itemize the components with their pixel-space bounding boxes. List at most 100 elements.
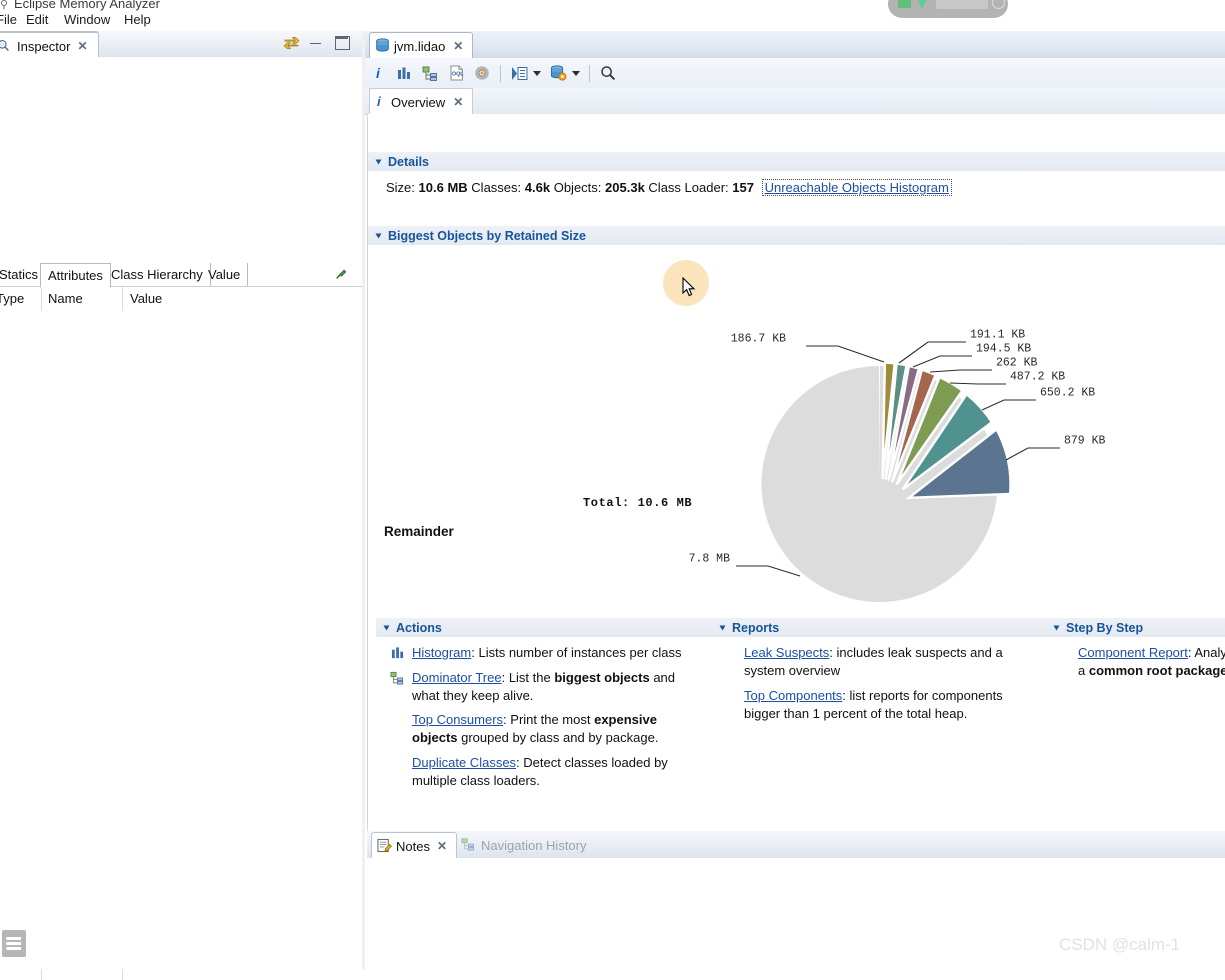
pie-total-label: Total: 10.6 MB	[583, 496, 693, 510]
notes-tab-bar: Notes ✕ Navigation History	[367, 831, 1225, 859]
svg-text:OQL: OQL	[452, 72, 464, 78]
details-section-title: Details	[388, 154, 429, 169]
menu-help[interactable]: Help	[124, 12, 151, 27]
leader-line-191-1-kb	[898, 341, 966, 364]
tab-heap-dump-label: jvm.lidao	[394, 38, 446, 54]
report-leak-suspects: Leak Suspects: includes leak suspects an…	[744, 644, 1036, 679]
tab-class-hierarchy[interactable]: Class Hierarchy	[104, 263, 211, 286]
inspector-object-area	[0, 57, 362, 261]
tab-inspector-label: Inspector	[17, 38, 71, 54]
close-icon[interactable]: ✕	[453, 40, 463, 52]
dominator-tree-icon[interactable]	[417, 60, 443, 86]
component-report-link[interactable]: Component Report	[1078, 645, 1188, 660]
unreachable-objects-histogram-link[interactable]: Unreachable Objects Histogram	[761, 179, 952, 196]
dominator-tree-desc: : List the	[501, 670, 555, 685]
leader-line-194-5-kb	[912, 355, 972, 368]
size-value: 10.6 MB	[418, 180, 468, 195]
settings-gear-icon[interactable]	[469, 60, 495, 86]
pin-icon[interactable]	[334, 267, 348, 281]
top-consumers-link[interactable]: Top Consumers	[412, 712, 503, 727]
inspector-tab-bar: Inspector ✕	[0, 31, 362, 59]
tab-heap-dump[interactable]: jvm.lidao ✕	[369, 32, 474, 59]
fast-view-bar-icon[interactable]	[2, 930, 26, 957]
duplicate-classes-link[interactable]: Duplicate Classes	[412, 755, 516, 770]
menu-window[interactable]: Window	[64, 12, 110, 27]
reports-body: Leak Suspects: includes leak suspects an…	[712, 637, 1042, 757]
leader-line-487-2-kb	[949, 382, 1006, 385]
close-circle-icon	[992, 0, 1005, 9]
histogram-link[interactable]: Histogram	[412, 645, 471, 660]
signal-bars-icon	[898, 0, 911, 8]
heap-dump-icon	[376, 38, 389, 52]
leak-suspects-line2: system overview	[744, 662, 841, 678]
top-consumers-line2: grouped by class and by package.	[457, 729, 659, 745]
run-query-icon[interactable]	[506, 60, 532, 86]
leak-suspects-link[interactable]: Leak Suspects	[744, 645, 829, 660]
tab-overview[interactable]: i Overview ✕	[369, 88, 474, 116]
oql-icon[interactable]: OQL	[443, 60, 469, 86]
step-by-step-section-header[interactable]: Step By Step	[1046, 618, 1225, 637]
run-query-dropdown-icon[interactable]	[533, 70, 541, 76]
search-icon[interactable]	[595, 60, 621, 86]
pie-label-191-1-kb: 191.1 KB	[970, 328, 1026, 342]
column-header-value[interactable]: Value	[130, 291, 162, 306]
action-dominator-tree: Dominator Tree: List the biggest objects…	[412, 669, 702, 704]
overview-info-icon[interactable]: i	[365, 60, 391, 86]
top-consumers-desc: : Print the most	[503, 712, 595, 727]
inspector-view: Inspector ✕ Statics Attributes Class Hie…	[0, 31, 362, 980]
inspector-sub-tabs: Statics Attributes Class Hierarchy Value	[0, 263, 362, 288]
leader-line-7-8-mb	[736, 565, 801, 577]
histogram-icon[interactable]	[391, 60, 417, 86]
action-histogram: Histogram: Lists number of instances per…	[412, 644, 682, 662]
heap-dump-actions-icon[interactable]	[545, 60, 571, 86]
component-report-line2-bold: common root package	[1088, 662, 1225, 678]
tab-notes-label: Notes	[396, 838, 430, 854]
actions-section-header[interactable]: Actions	[376, 618, 722, 637]
close-icon[interactable]: ✕	[437, 840, 447, 852]
tab-inspector[interactable]: Inspector ✕	[0, 31, 99, 59]
column-header-type[interactable]: Type	[0, 291, 24, 306]
close-icon[interactable]: ✕	[77, 40, 87, 52]
leader-line-879-kb	[1005, 447, 1060, 461]
objects-label: Objects:	[553, 180, 602, 195]
menu-file[interactable]: File	[0, 12, 17, 27]
details-section-header[interactable]: Details	[368, 152, 1225, 171]
top-components-link[interactable]: Top Components	[744, 688, 842, 703]
tab-navigation-history-label: Navigation History	[481, 837, 587, 853]
inspector-attributes-grid[interactable]	[0, 311, 362, 969]
dominator-tree-desc2: and	[649, 670, 676, 685]
tab-navigation-history[interactable]: Navigation History	[459, 832, 596, 858]
objects-value: 205.3k	[605, 180, 645, 195]
minimize-icon[interactable]	[310, 36, 325, 51]
menu-edit[interactable]: Edit	[26, 12, 48, 27]
mouse-cursor-icon	[682, 277, 696, 297]
actions-section-title: Actions	[396, 620, 442, 635]
histogram-desc: : Lists number of instances per class	[471, 645, 682, 660]
retained-size-pie-chart[interactable]: 186.7 KB 191.1 KB 194.5 KB 262 KB 487.2 …	[368, 226, 1225, 646]
component-report-line2-prefix: a	[1078, 662, 1089, 678]
dominator-tree-icon	[390, 671, 404, 685]
leader-line-262-kb	[929, 369, 992, 373]
inspector-icon	[0, 39, 9, 52]
dominator-tree-link[interactable]: Dominator Tree	[412, 670, 502, 685]
close-icon[interactable]: ✕	[453, 96, 463, 108]
top-consumers-bold: expensive	[594, 712, 657, 727]
inspector-column-headers: Type Name Value	[0, 286, 362, 980]
pie-label-262-kb: 262 KB	[996, 356, 1038, 370]
maximize-icon[interactable]	[335, 35, 350, 51]
leak-suspects-desc: : includes leak suspects and a	[829, 645, 1003, 660]
column-header-name[interactable]: Name	[48, 291, 83, 306]
top-components-desc: : list reports for components	[842, 688, 1003, 703]
tab-overview-label: Overview	[391, 94, 446, 110]
remainder-label: Remainder	[384, 524, 454, 539]
classloader-value: 157	[732, 180, 754, 195]
tab-notes[interactable]: Notes ✕	[371, 832, 458, 859]
link-arrows-icon[interactable]	[283, 35, 300, 51]
reports-section-header[interactable]: Reports	[712, 618, 1050, 637]
info-icon: i	[377, 94, 381, 109]
tab-attributes[interactable]: Attributes	[40, 263, 111, 288]
details-summary: Size: 10.6 MB Classes: 4.6k Objects: 205…	[386, 179, 952, 196]
tab-value[interactable]: Value	[201, 263, 249, 286]
duplicate-classes-line2: multiple class loaders.	[412, 772, 540, 788]
heap-dump-actions-dropdown-icon[interactable]	[572, 70, 580, 76]
